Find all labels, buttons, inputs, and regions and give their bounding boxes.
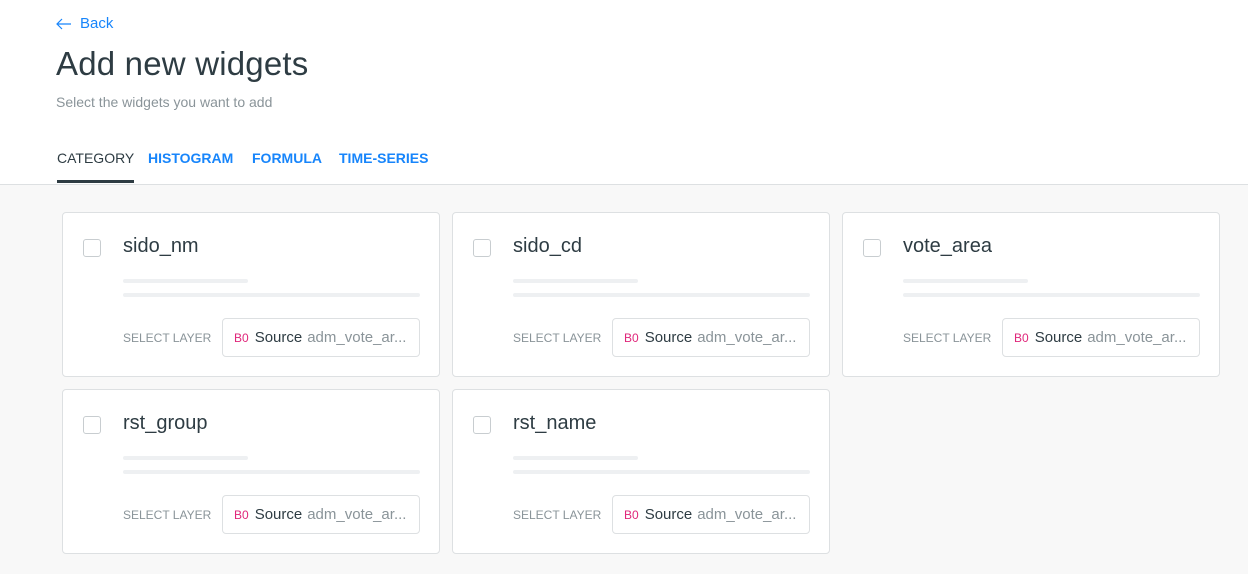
placeholder-bar <box>123 470 420 474</box>
layer-select[interactable]: B0 Source adm_vote_ar... <box>612 495 810 534</box>
layer-badge: B0 <box>624 507 639 522</box>
widget-list: sido_nm SELECT LAYER B0 Source adm_vote_… <box>0 185 1248 574</box>
layer-source: Source <box>254 329 303 346</box>
back-label: Back <box>80 15 114 32</box>
layer-name: adm_vote_ar... <box>307 329 407 346</box>
back-link[interactable]: Back <box>56 15 113 32</box>
widget-checkbox[interactable] <box>83 416 101 434</box>
tab-time-series[interactable]: TIME-SERIES <box>339 150 428 182</box>
layer-name: adm_vote_ar... <box>697 329 797 346</box>
page-subtitle: Select the widgets you want to add <box>56 94 273 110</box>
tab-formula[interactable]: FORMULA <box>252 150 322 182</box>
tab-category[interactable]: CATEGORY <box>57 150 135 183</box>
widget-card-rst-name[interactable]: rst_name SELECT LAYER B0 Source adm_vote… <box>452 389 830 554</box>
widget-card-vote-area[interactable]: vote_area SELECT LAYER B0 Source adm_vot… <box>842 212 1220 377</box>
widget-card-rst-group[interactable]: rst_group SELECT LAYER B0 Source adm_vot… <box>62 389 440 554</box>
layer-source: Source <box>644 506 693 523</box>
select-layer-label: SELECT LAYER <box>123 508 212 522</box>
tab-histogram[interactable]: HISTOGRAM <box>148 150 233 182</box>
widget-title: vote_area <box>903 235 992 257</box>
page-title: Add new widgets <box>56 45 309 82</box>
widget-card-sido-nm[interactable]: sido_nm SELECT LAYER B0 Source adm_vote_… <box>62 212 440 377</box>
placeholder-bar <box>903 293 1200 297</box>
layer-badge: B0 <box>234 330 249 345</box>
layer-badge: B0 <box>1014 330 1029 345</box>
layer-select[interactable]: B0 Source adm_vote_ar... <box>222 318 420 357</box>
placeholder-bar <box>123 293 420 297</box>
layer-source: Source <box>254 506 303 523</box>
placeholder-bar <box>513 456 638 460</box>
widget-checkbox[interactable] <box>863 239 881 257</box>
select-layer-label: SELECT LAYER <box>123 331 212 345</box>
widget-title: rst_group <box>123 412 208 434</box>
placeholder-bar <box>903 279 1028 283</box>
placeholder-bar <box>123 279 248 283</box>
select-layer-label: SELECT LAYER <box>513 331 602 345</box>
placeholder-bar <box>513 470 810 474</box>
layer-name: adm_vote_ar... <box>1087 329 1187 346</box>
layer-badge: B0 <box>234 507 249 522</box>
placeholder-bar <box>123 456 248 460</box>
placeholder-bar <box>513 293 810 297</box>
layer-source: Source <box>644 329 693 346</box>
widget-checkbox[interactable] <box>473 239 491 257</box>
widget-card-sido-cd[interactable]: sido_cd SELECT LAYER B0 Source adm_vote_… <box>452 212 830 377</box>
layer-select[interactable]: B0 Source adm_vote_ar... <box>612 318 810 357</box>
layer-name: adm_vote_ar... <box>307 506 407 523</box>
page-header: Back Add new widgets Select the widgets … <box>0 0 1248 185</box>
select-layer-label: SELECT LAYER <box>513 508 602 522</box>
layer-select[interactable]: B0 Source adm_vote_ar... <box>1002 318 1200 357</box>
layer-badge: B0 <box>624 330 639 345</box>
layer-source: Source <box>1034 329 1083 346</box>
arrow-left-icon <box>56 18 71 29</box>
layer-name: adm_vote_ar... <box>697 506 797 523</box>
select-layer-label: SELECT LAYER <box>903 331 992 345</box>
widget-type-tabs: CATEGORY HISTOGRAM FORMULA TIME-SERIES <box>0 141 1248 185</box>
layer-select[interactable]: B0 Source adm_vote_ar... <box>222 495 420 534</box>
widget-title: rst_name <box>513 412 597 434</box>
widget-title: sido_nm <box>123 235 199 257</box>
widget-checkbox[interactable] <box>473 416 491 434</box>
widget-title: sido_cd <box>513 235 582 257</box>
widget-checkbox[interactable] <box>83 239 101 257</box>
placeholder-bar <box>513 279 638 283</box>
